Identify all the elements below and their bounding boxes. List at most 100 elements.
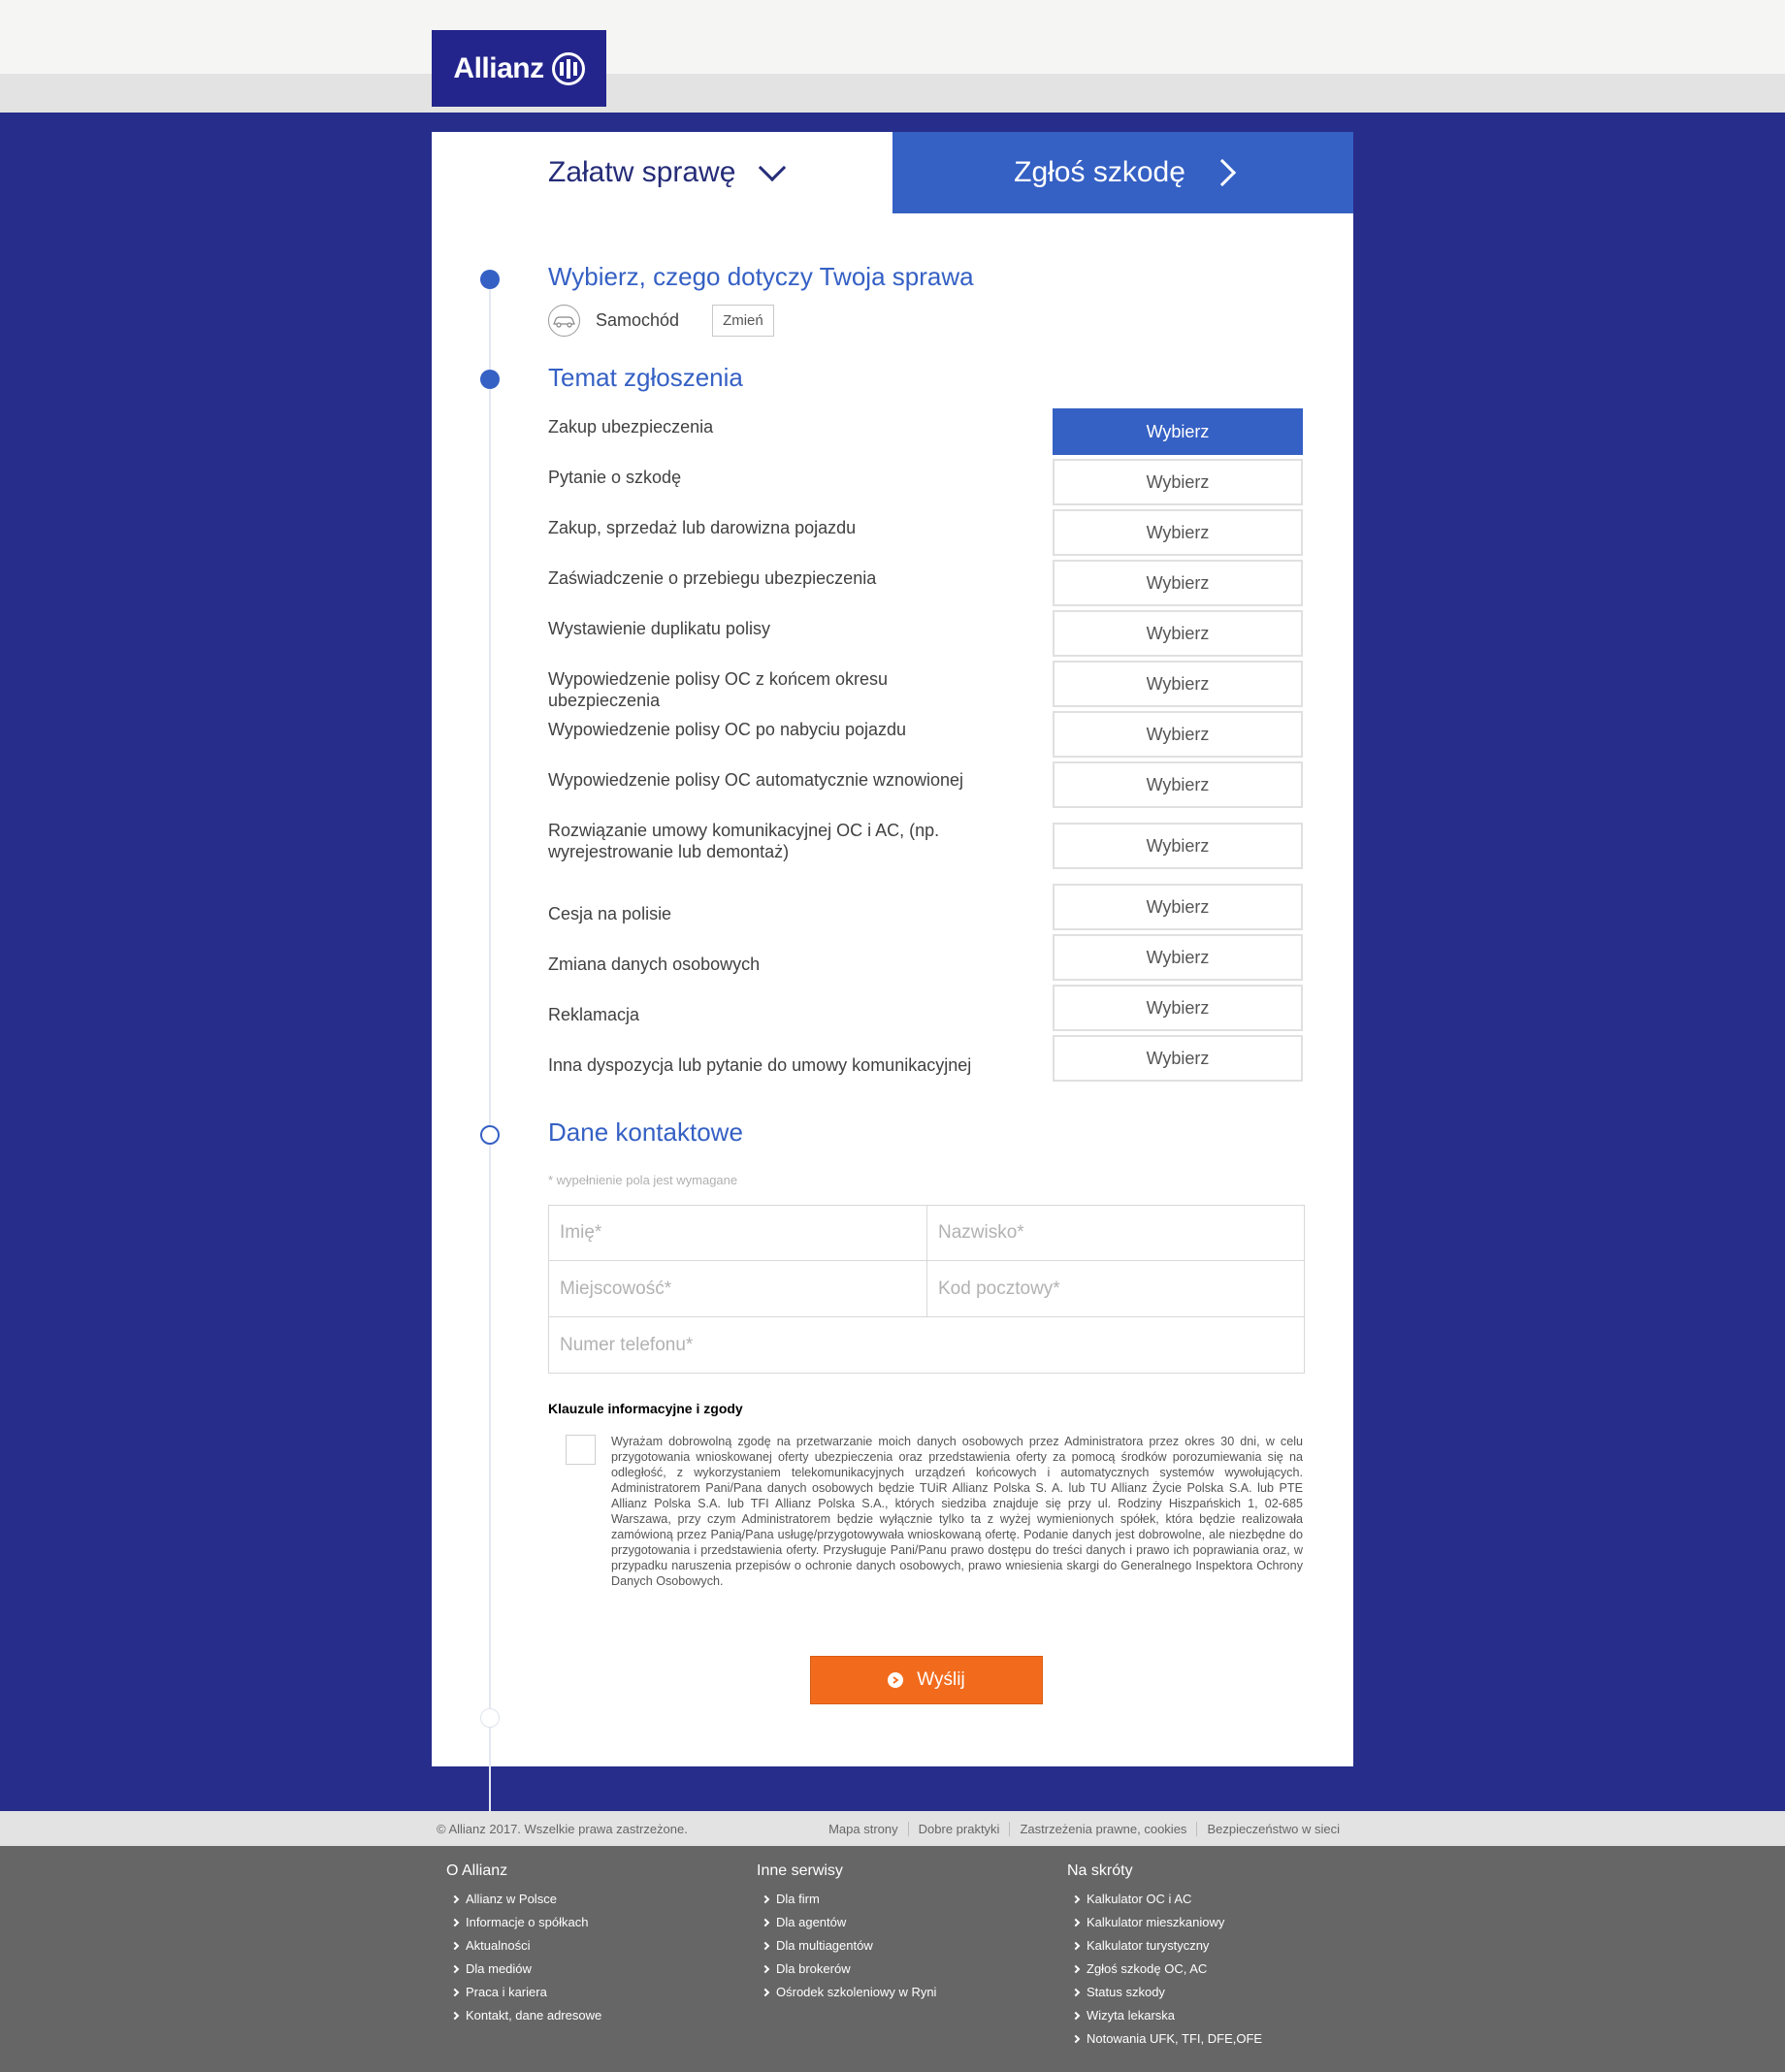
step2-marker [480, 370, 500, 389]
footer-link[interactable]: Kalkulator OC i AC [1067, 1888, 1262, 1911]
topic-select-button[interactable]: Wybierz [1053, 560, 1303, 606]
footer-column-title: O Allianz [446, 1862, 508, 1879]
selected-category-label: Samochód [596, 310, 680, 330]
consent-text: Wyrażam dobrowolną zgodę na przetwarzani… [611, 1435, 1303, 1588]
step4-marker [480, 1708, 500, 1728]
footer-link[interactable]: Ośrodek szkoleniowy w Ryni [757, 1981, 936, 2004]
footer-column-title: Inne serwisy [757, 1862, 843, 1879]
send-button-label: Wyślij [917, 1669, 965, 1690]
footer-chevron-icon [1071, 1964, 1081, 1974]
topic-label: Zmiana danych osobowych [548, 955, 761, 974]
footer-chevron-icon [450, 1918, 460, 1927]
first-name-field[interactable]: Imię* [549, 1206, 927, 1261]
footer-link[interactable]: Dla mediów [446, 1958, 601, 1981]
copyright: © Allianz 2017. Wszelkie prawa zastrzeżo… [437, 1822, 688, 1836]
required-note: * wypełnienie pola jest wymagane [548, 1173, 738, 1187]
selected-category: Samochód Zmień [548, 305, 774, 337]
topic-label: Rozwiązanie umowy komunikacyjnej OC i AC… [548, 821, 940, 861]
footer-link-label: Ośrodek szkoleniowy w Ryni [776, 1985, 937, 1999]
footer-link[interactable]: Dla firm [757, 1888, 936, 1911]
footer-link-mapa-strony[interactable]: Mapa strony [819, 1822, 908, 1836]
last-name-field[interactable]: Nazwisko* [927, 1206, 1304, 1261]
change-category-button[interactable]: Zmień [712, 305, 774, 337]
footer-link-label: Praca i kariera [466, 1985, 547, 1999]
consent-checkbox[interactable] [566, 1435, 596, 1465]
footer-legal-links: Mapa strony Dobre praktyki Zastrzeżenia … [819, 1822, 1349, 1836]
footer-link-label: Dla firm [776, 1892, 820, 1906]
city-field[interactable]: Miejscowość* [549, 1261, 927, 1317]
step3-title: Dane kontaktowe [548, 1117, 743, 1147]
footer-link-label: Kalkulator OC i AC [1087, 1892, 1192, 1906]
footer-chevron-icon [450, 1894, 460, 1904]
footer-link-label: Kalkulator turystyczny [1087, 1938, 1210, 1953]
topic-select-button[interactable]: Wybierz [1053, 1035, 1303, 1082]
topic-select-button[interactable]: Wybierz [1053, 610, 1303, 657]
tab-zglos-szkode[interactable]: Zgłoś szkodę [892, 132, 1353, 213]
top-bar-stripe [0, 74, 1785, 113]
footer-column-inne-serwisy: Inne serwisy Dla firm Dla agentów Dla mu… [757, 1862, 936, 2004]
topic-select-button[interactable]: Wybierz [1053, 711, 1303, 758]
footer-link-dobre-praktyki[interactable]: Dobre praktyki [907, 1822, 1010, 1836]
footer-link[interactable]: Dla agentów [757, 1911, 936, 1934]
topic-select-button[interactable]: Wybierz [1053, 509, 1303, 556]
footer-link[interactable]: Zgłoś szkodę OC, AC [1067, 1958, 1262, 1981]
tab-zalatw-sprawe[interactable]: Załatw sprawę [432, 132, 892, 213]
step-timeline [489, 279, 491, 1851]
footer-link[interactable]: Dla multiagentów [757, 1934, 936, 1958]
step1-title: Wybierz, czego dotyczy Twoja sprawa [548, 262, 974, 291]
topic-select-button[interactable]: Wybierz [1053, 459, 1303, 505]
footer-chevron-icon [450, 1964, 460, 1974]
topic-select-button[interactable]: Wybierz [1053, 934, 1303, 981]
topic-label: Wypowiedzenie polisy OC automatycznie wz… [548, 770, 964, 790]
footer-link[interactable]: Dla brokerów [757, 1958, 936, 1981]
send-button[interactable]: Wyślij [810, 1656, 1043, 1704]
footer-link-label: Wizyta lekarska [1087, 2008, 1176, 2023]
footer-link[interactable]: Kalkulator turystyczny [1067, 1934, 1262, 1958]
phone-field[interactable]: Numer telefonu* [549, 1317, 1304, 1373]
footer-link-label: Status szkody [1087, 1985, 1165, 1999]
logo-text: Allianz [453, 51, 544, 84]
footer-link-zastrzezenia[interactable]: Zastrzeżenia prawne, cookies [1009, 1822, 1196, 1836]
topic-label: Wypowiedzenie polisy OC z końcem okresu … [548, 669, 888, 710]
topic-label: Wystawienie duplikatu polisy [548, 619, 770, 638]
footer-link[interactable]: Aktualności [446, 1934, 601, 1958]
footer-chevron-icon [761, 1964, 770, 1974]
topic-select-button[interactable]: Wybierz [1053, 884, 1303, 930]
allianz-logo[interactable]: Allianz [432, 30, 606, 107]
contact-form: Imię* Nazwisko* Miejscowość* Kod pocztow… [548, 1205, 1305, 1374]
footer-link[interactable]: Wizyta lekarska [1067, 2004, 1262, 2027]
topic-select-button[interactable]: Wybierz [1053, 661, 1303, 707]
topic-label: Wypowiedzenie polisy OC po nabyciu pojaz… [548, 720, 907, 739]
footer-link[interactable]: Allianz w Polsce [446, 1888, 601, 1911]
topic-select-button[interactable]: Wybierz [1053, 985, 1303, 1031]
topic-select-button[interactable]: Wybierz [1053, 408, 1303, 455]
footer-chevron-icon [1071, 1918, 1081, 1927]
zip-code-field[interactable]: Kod pocztowy* [927, 1261, 1304, 1317]
step1-marker [480, 270, 500, 289]
chevron-down-icon [759, 153, 787, 182]
tab-zalatw-sprawe-label: Załatw sprawę [548, 156, 736, 188]
top-bar [0, 0, 1785, 74]
footer-link-label: Aktualności [466, 1938, 531, 1953]
footer-link[interactable]: Notowania UFK, TFI, DFE,OFE [1067, 2027, 1262, 2051]
footer-link-label: Kalkulator mieszkaniowy [1087, 1915, 1225, 1929]
footer-link[interactable]: Informacje o spółkach [446, 1911, 601, 1934]
footer-chevron-icon [1071, 1894, 1081, 1904]
footer-chevron-icon [761, 1894, 770, 1904]
topic-select-button[interactable]: Wybierz [1053, 761, 1303, 808]
footer-link[interactable]: Kontakt, dane adresowe [446, 2004, 601, 2027]
footer-link-label: Dla agentów [776, 1915, 847, 1929]
step3-marker [480, 1125, 500, 1145]
footer-link[interactable]: Kalkulator mieszkaniowy [1067, 1911, 1262, 1934]
footer-link-bezpieczenstwo[interactable]: Bezpieczeństwo w sieci [1196, 1822, 1349, 1836]
footer-link-label: Kontakt, dane adresowe [466, 2008, 602, 2023]
topic-label: Zakup, sprzedaż lub darowizna pojazdu [548, 518, 857, 537]
footer-link[interactable]: Status szkody [1067, 1981, 1262, 2004]
step2-title: Temat zgłoszenia [548, 363, 743, 392]
logo-mark-icon [551, 51, 585, 85]
footer-chevron-icon [761, 1918, 770, 1927]
topic-label: Zakup ubezpieczenia [548, 417, 714, 437]
footer-chevron-icon [1071, 2011, 1081, 2021]
footer-link[interactable]: Praca i kariera [446, 1981, 601, 2004]
topic-select-button[interactable]: Wybierz [1053, 823, 1303, 869]
